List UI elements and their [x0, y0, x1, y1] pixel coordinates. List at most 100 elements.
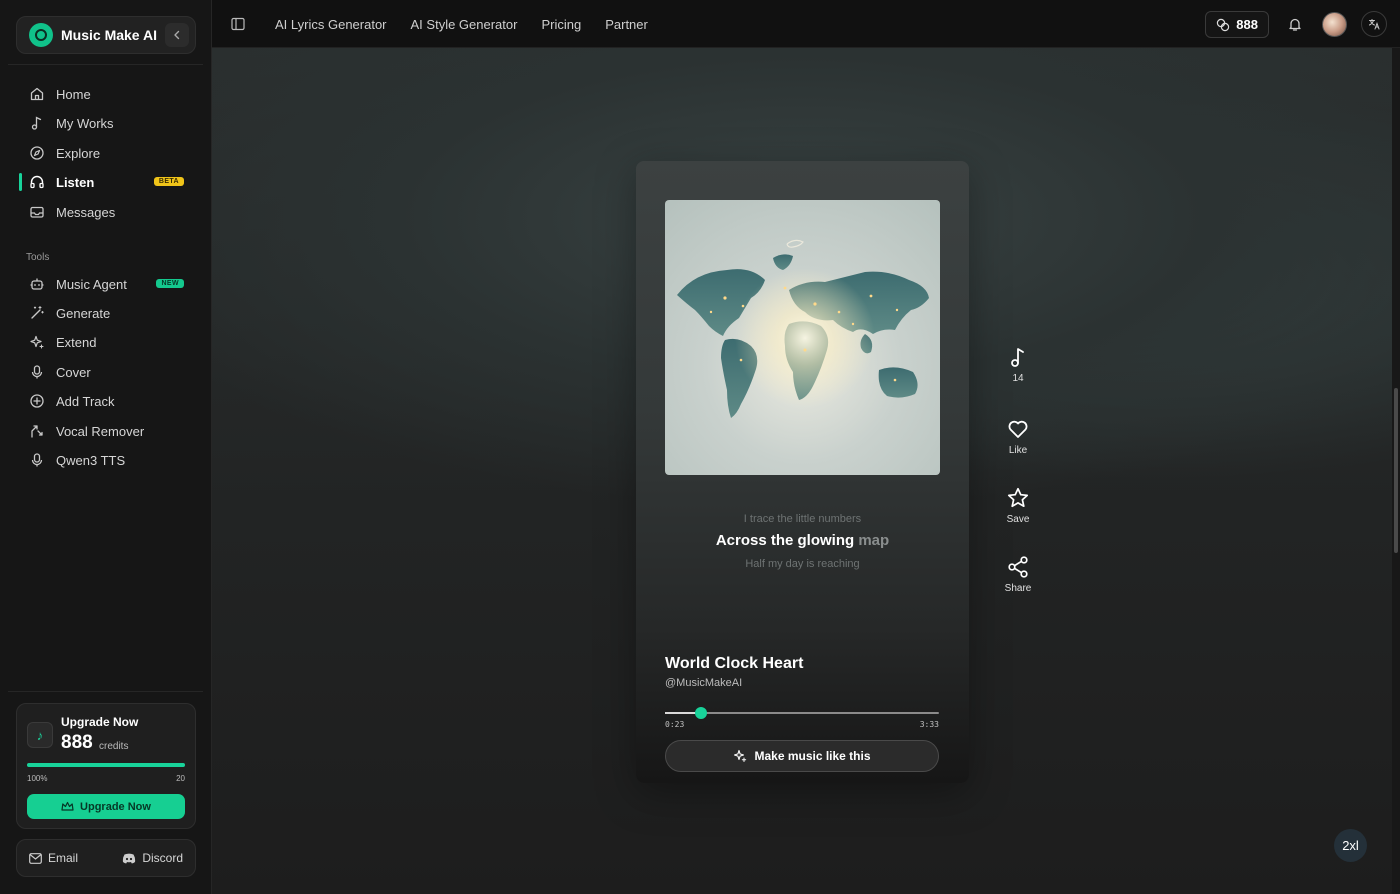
- footer-links: Email Discord: [16, 839, 196, 877]
- beta-badge: BETA: [153, 177, 184, 186]
- top-nav: AI Lyrics Generator AI Style Generator P…: [275, 0, 648, 48]
- notifications-button[interactable]: [1286, 15, 1304, 33]
- sidebar-item-label: Listen: [56, 174, 95, 190]
- sidebar-item-cover[interactable]: Cover: [20, 358, 190, 386]
- nav-partner[interactable]: Partner: [605, 17, 648, 32]
- brand-header[interactable]: Music Make AI: [16, 16, 196, 54]
- sidebar-item-label: Music Agent: [56, 276, 127, 292]
- world-map-image: [677, 239, 929, 418]
- like-button[interactable]: Like: [990, 417, 1046, 456]
- upgrade-title: Upgrade Now: [61, 715, 139, 729]
- credits-progress-left: 100%: [27, 774, 48, 783]
- inbox-icon: [28, 203, 46, 221]
- nav-ai-style-generator[interactable]: AI Style Generator: [411, 17, 518, 32]
- divider: [8, 64, 203, 65]
- mail-icon: [29, 852, 42, 864]
- upgrade-now-button[interactable]: Upgrade Now: [27, 794, 185, 819]
- lyric-current-upcoming: map: [858, 532, 890, 549]
- sidebar-item-label: Explore: [56, 145, 101, 161]
- sidebar-item-label: Add Track: [56, 393, 115, 409]
- nav-ai-lyrics-generator[interactable]: AI Lyrics Generator: [275, 17, 387, 32]
- panel-toggle-button[interactable]: [228, 14, 248, 34]
- scrollbar[interactable]: [1392, 48, 1400, 894]
- sidebar-item-music-agent[interactable]: Music Agent NEW: [20, 270, 190, 298]
- share-icon: [1008, 556, 1028, 578]
- total-time: 3:33: [919, 720, 939, 729]
- headphones-icon: [28, 173, 46, 191]
- magic-wand-icon: [28, 304, 46, 322]
- make-music-label: Make music like this: [754, 749, 871, 763]
- scrollbar-thumb[interactable]: [1394, 388, 1398, 553]
- credits-progress-bar: [27, 763, 185, 767]
- save-button[interactable]: Save: [990, 486, 1046, 525]
- tools-section-label: Tools: [26, 252, 50, 263]
- discord-link[interactable]: Discord: [122, 851, 183, 865]
- bot-icon: [28, 275, 46, 293]
- like-label: Like: [1008, 445, 1028, 456]
- coins-icon: [1217, 18, 1230, 31]
- cover-art: [665, 200, 940, 475]
- music-note-icon: ♪: [27, 722, 53, 748]
- sidebar-item-label: Extend: [56, 334, 97, 350]
- make-music-like-this-button[interactable]: Make music like this: [665, 740, 939, 772]
- song-artist[interactable]: @MusicMakeAI: [665, 677, 742, 689]
- sidebar-item-label: Vocal Remover: [56, 423, 145, 439]
- translate-icon: [1369, 19, 1380, 30]
- save-label: Save: [1006, 514, 1030, 525]
- split-icon: [28, 422, 46, 440]
- share-label: Share: [1004, 583, 1032, 594]
- star-icon: [1007, 487, 1029, 508]
- credits-label: credits: [99, 741, 129, 752]
- sidebar-item-explore[interactable]: Explore: [20, 139, 190, 167]
- language-button[interactable]: [1361, 11, 1387, 37]
- play-count: 14: [1012, 373, 1024, 384]
- song-title: World Clock Heart: [665, 655, 804, 672]
- heart-icon: [1008, 420, 1028, 438]
- credits-progress-fill: [27, 763, 185, 767]
- upgrade-button-label: Upgrade Now: [80, 800, 151, 813]
- active-indicator: [19, 173, 22, 191]
- lyric-current-sung: Across the glowing: [715, 532, 855, 549]
- discord-label: Discord: [142, 851, 183, 865]
- nav-pricing[interactable]: Pricing: [541, 17, 581, 32]
- sidebar-item-my-works[interactable]: My Works: [20, 109, 190, 137]
- playback-scrubber-handle[interactable]: [694, 707, 707, 719]
- credits-progress-right: 20: [176, 774, 185, 783]
- sidebar-item-label: Home: [56, 86, 91, 102]
- lyric-current-line: Across the glowing map: [636, 532, 969, 549]
- upgrade-card: ♪ Upgrade Now 888 credits 100% 20 Upgrad…: [16, 703, 196, 829]
- sidebar-item-label: Generate: [56, 305, 111, 321]
- lyric-next-line: Half my day is reaching: [745, 558, 860, 570]
- bell-icon: [1289, 18, 1301, 31]
- email-link[interactable]: Email: [29, 851, 78, 865]
- sidebar-item-messages[interactable]: Messages: [20, 198, 190, 226]
- play-count-button[interactable]: 14: [990, 345, 1046, 384]
- music-note-icon: [28, 114, 46, 132]
- sidebar: Music Make AI Home My Works Explore List…: [0, 0, 212, 894]
- sidebar-item-home[interactable]: Home: [20, 80, 190, 108]
- avatar[interactable]: [1322, 12, 1347, 37]
- sidebar-item-add-track[interactable]: Add Track: [20, 387, 190, 415]
- divider: [8, 691, 203, 692]
- sidebar-item-generate[interactable]: Generate: [20, 299, 190, 327]
- sidebar-item-listen[interactable]: Listen BETA: [19, 168, 190, 196]
- sidebar-item-vocal-remover[interactable]: Vocal Remover: [20, 417, 190, 445]
- credits-button[interactable]: 888: [1205, 11, 1269, 38]
- sparkles-icon: [28, 333, 46, 351]
- music-note-icon: [1011, 348, 1024, 367]
- playback-progress-bar[interactable]: [665, 707, 939, 719]
- collapse-sidebar-button[interactable]: [165, 23, 189, 47]
- sparkles-icon: [734, 749, 747, 762]
- share-button[interactable]: Share: [990, 555, 1046, 594]
- sidebar-item-label: Qwen3 TTS: [56, 452, 126, 468]
- home-icon: [28, 85, 46, 103]
- credits-count: 888: [61, 732, 93, 753]
- player-card: I trace the little numbers Across the gl…: [636, 161, 969, 783]
- breakpoint-badge: 2xl: [1334, 829, 1367, 862]
- sidebar-item-label: My Works: [56, 115, 114, 131]
- sidebar-item-label: Messages: [56, 204, 116, 220]
- sidebar-item-extend[interactable]: Extend: [20, 328, 190, 356]
- sidebar-item-label: Cover: [56, 364, 91, 380]
- crown-icon: [61, 801, 74, 811]
- sidebar-item-qwen3-tts[interactable]: Qwen3 TTS: [20, 446, 190, 474]
